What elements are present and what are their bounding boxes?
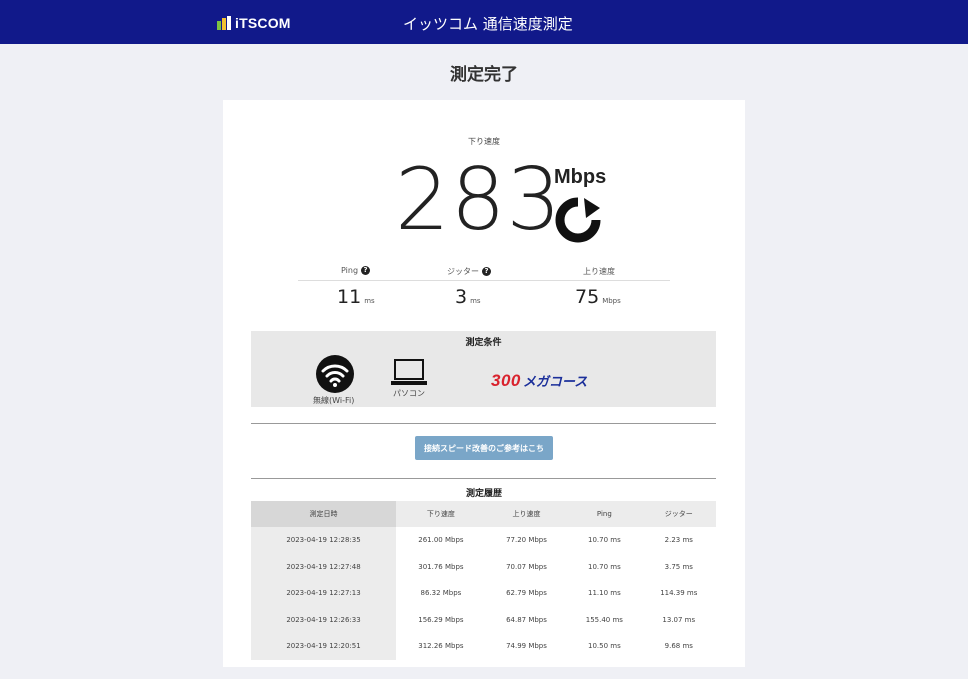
logo-icon — [217, 16, 231, 30]
table-cell: 11.10 ms — [587, 589, 621, 598]
table-row: 2023-04-19 12:20:51 312.26 Mbps 74.99 Mb… — [251, 633, 716, 660]
reload-icon[interactable] — [554, 196, 602, 244]
table-cell: 2023-04-19 12:28:35 — [251, 527, 396, 554]
table-cell: 155.40 ms — [585, 615, 623, 624]
download-label: 下り速度 — [468, 137, 500, 146]
download-value: 283 — [395, 150, 563, 250]
upload-value: 75 Mbps — [575, 286, 621, 308]
table-cell: 2023-04-19 12:27:13 — [251, 580, 396, 607]
table-row: 2023-04-19 12:27:13 86.32 Mbps 62.79 Mbp… — [251, 580, 716, 607]
table-cell: 86.32 Mbps — [420, 589, 462, 598]
page-title: 測定完了 — [450, 65, 518, 85]
conditions-title: 測定条件 — [465, 338, 502, 348]
table-row: 2023-04-19 12:28:35 261.00 Mbps 77.20 Mb… — [251, 527, 716, 554]
upload-label: 上り速度 — [583, 267, 615, 276]
column-header: 下り速度 — [396, 501, 486, 527]
table-cell: 9.68 ms — [664, 642, 693, 651]
table-cell: 74.99 Mbps — [506, 642, 547, 651]
column-header: Ping — [567, 501, 642, 527]
table-cell: 2023-04-19 12:20:51 — [251, 633, 396, 660]
table-cell: 312.26 Mbps — [418, 642, 464, 651]
history-table: 測定日時 下り速度 上り速度 Ping ジッター 2023-04-19 12:2… — [251, 501, 716, 660]
table-cell: 301.76 Mbps — [418, 562, 464, 571]
column-header: 上り速度 — [485, 501, 568, 527]
header-title: イッツコム 通信速度測定 — [403, 15, 573, 33]
device-label: パソコン — [393, 389, 425, 398]
table-cell: 3.75 ms — [664, 562, 693, 571]
table-cell: 261.00 Mbps — [418, 536, 464, 545]
download-unit: Mbps — [554, 166, 607, 188]
speed-tips-button[interactable]: 接続スピード改善のご参考はこちら — [415, 436, 553, 477]
logo-text: iTSCOM — [235, 15, 291, 31]
table-cell: 10.50 ms — [587, 642, 621, 651]
table-cell: 10.70 ms — [587, 536, 621, 545]
help-icon[interactable]: ? — [482, 267, 491, 276]
table-cell: 2023-04-19 12:26:33 — [251, 606, 396, 633]
help-icon[interactable]: ? — [361, 266, 371, 275]
table-cell: 156.29 Mbps — [418, 615, 464, 624]
history-header-row: 測定日時 下り速度 上り速度 Ping ジッター — [251, 501, 716, 527]
result-card: 下り速度 283 Mbps Ping ? ジッター ? 上り速度 11 ms 3… — [223, 100, 745, 667]
course-name: 300 メガコース — [491, 371, 588, 390]
jitter-value: 3 ms — [455, 286, 481, 308]
table-row: 2023-04-19 12:27:48 301.76 Mbps 70.07 Mb… — [251, 553, 716, 580]
column-header: ジッター — [641, 501, 716, 527]
divider — [251, 423, 716, 424]
table-cell: 2.23 ms — [664, 536, 693, 545]
history-title: 測定履歴 — [465, 489, 502, 499]
ping-value: 11 ms — [337, 286, 375, 308]
table-cell: 2023-04-19 12:27:48 — [251, 553, 396, 580]
conditions-panel: 測定条件 無線(Wi-Fi) パソコン 300 メガコース — [251, 331, 716, 407]
table-cell: 64.87 Mbps — [506, 615, 547, 624]
metrics-divider — [298, 280, 670, 281]
table-cell: 13.07 ms — [662, 615, 696, 624]
jitter-label: ジッター ? — [447, 266, 491, 277]
divider — [251, 478, 716, 479]
logo[interactable]: iTSCOM — [216, 14, 291, 32]
ping-label: Ping ? — [341, 266, 371, 275]
header-bar: iTSCOM イッツコム 通信速度測定 — [0, 0, 968, 44]
table-cell: 62.79 Mbps — [506, 589, 547, 598]
table-row: 2023-04-19 12:26:33 156.29 Mbps 64.87 Mb… — [251, 606, 716, 633]
laptop-icon — [391, 359, 427, 385]
table-cell: 70.07 Mbps — [506, 562, 547, 571]
column-header: 測定日時 — [251, 501, 396, 527]
table-cell: 77.20 Mbps — [506, 536, 547, 545]
wifi-icon — [316, 355, 354, 393]
table-cell: 114.39 ms — [660, 589, 698, 598]
table-cell: 10.70 ms — [587, 562, 621, 571]
connection-label: 無線(Wi-Fi) — [313, 396, 355, 405]
